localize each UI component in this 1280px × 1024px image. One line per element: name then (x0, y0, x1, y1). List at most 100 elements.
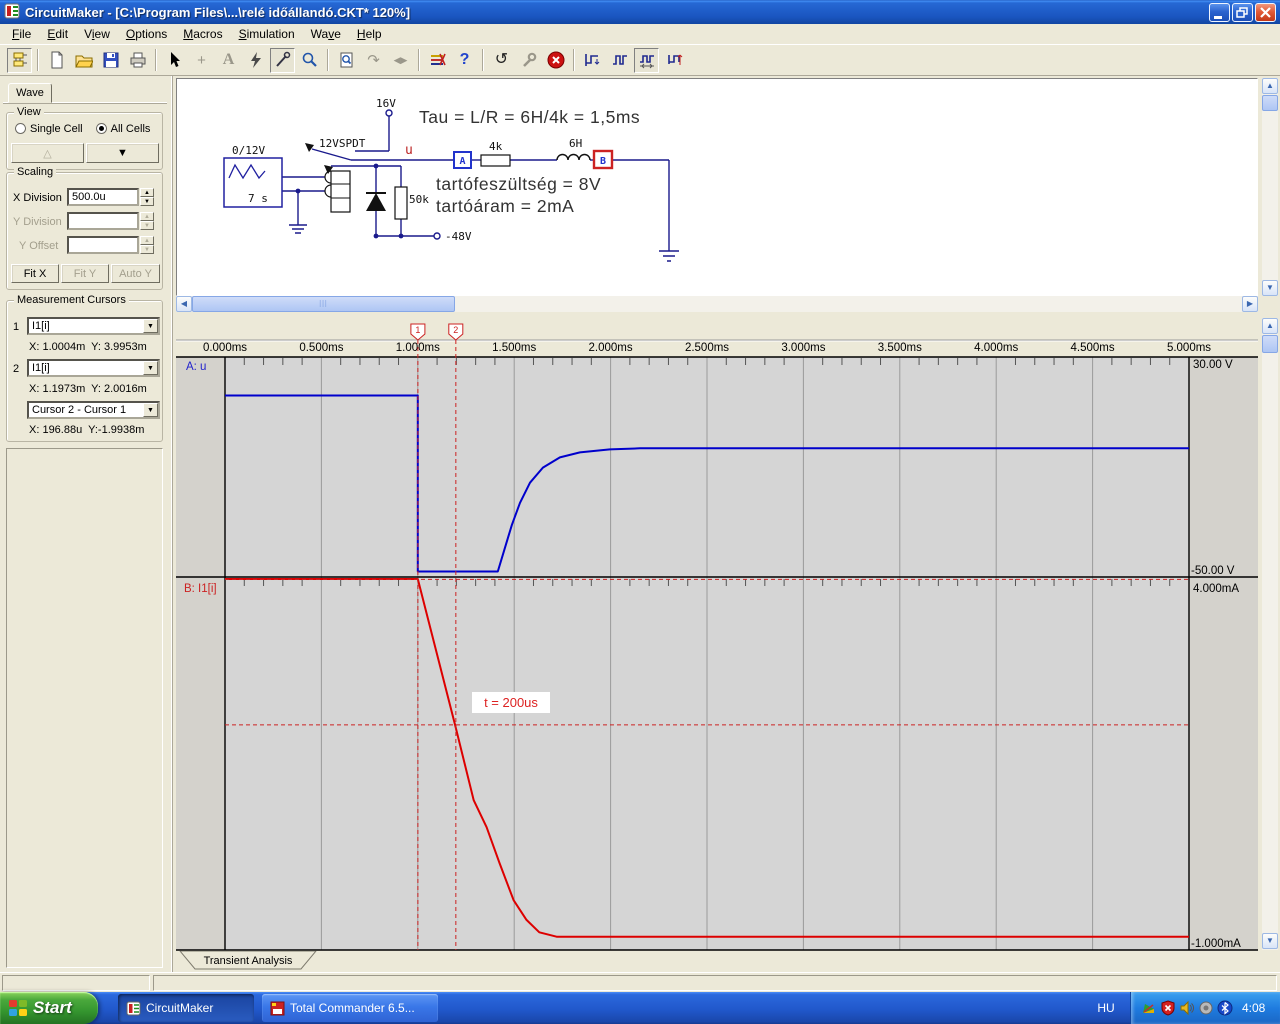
supply-16v-label: 16V (376, 97, 396, 110)
waveform-measure-button[interactable] (661, 48, 686, 73)
dropdown-arrow-icon[interactable]: ▼ (143, 361, 158, 375)
cursor-1-signal-select[interactable]: I1[i] ▼ (27, 317, 160, 335)
resistor-50k[interactable]: 50k (394, 186, 429, 220)
circuitmaker-task-icon (126, 1001, 141, 1015)
diode[interactable] (366, 192, 386, 211)
time-annotation: t = 200us (472, 692, 550, 713)
x-division-spinner[interactable]: ▲ ▼ (140, 188, 154, 206)
relay[interactable]: 12VSPDT (305, 137, 366, 213)
delete-tool-button[interactable] (243, 48, 268, 73)
x-division-input[interactable] (67, 188, 139, 206)
wave-vscrollbar[interactable]: ▲ ▼ (1262, 318, 1278, 950)
scroll-down-icon[interactable]: ▼ (1262, 280, 1278, 296)
task-label: Total Commander 6.5... (290, 1001, 415, 1015)
menu-macros[interactable]: Macros (175, 24, 230, 44)
y-offset-label: Y Offset (19, 240, 59, 252)
bluetooth-icon[interactable] (1217, 1000, 1233, 1016)
print-button[interactable] (125, 48, 150, 73)
titlebar[interactable]: CircuitMaker - [C:\Program Files\...\rel… (0, 0, 1280, 24)
x-axis-tick-label: 3.500ms (878, 342, 922, 354)
start-button[interactable]: Start (0, 992, 98, 1024)
cell-up-button[interactable]: △ (11, 143, 84, 163)
tray-app-icon[interactable] (1141, 1000, 1157, 1016)
cursor-arrow-icon (170, 52, 180, 67)
setup-button[interactable] (516, 48, 541, 73)
spin-down-icon[interactable]: ▼ (140, 197, 154, 206)
step-waveform-icon (584, 54, 599, 66)
menu-options[interactable]: Options (118, 24, 175, 44)
switch-arm-arrow (305, 143, 314, 152)
fit-x-button[interactable]: Fit X (11, 264, 59, 283)
language-indicator[interactable]: HU (1088, 992, 1124, 1024)
dropdown-arrow-icon[interactable]: ▼ (143, 319, 158, 333)
cursor-2-signal-value: I1[i] (32, 362, 50, 374)
probe-tool-button[interactable] (270, 47, 295, 73)
scroll-left-icon[interactable]: ◀ (176, 296, 192, 312)
stop-simulation-button[interactable] (543, 48, 568, 73)
circuit-vscrollbar[interactable]: ▲ ▼ (1262, 78, 1278, 296)
menu-simulation[interactable]: Simulation (231, 24, 303, 44)
probe-b[interactable]: B (592, 149, 614, 170)
zoom-tool-button[interactable] (297, 48, 322, 73)
x-axis-tick-label: 4.000ms (974, 342, 1018, 354)
minimize-button[interactable] (1209, 2, 1230, 22)
mirror-button[interactable]: ◀▶ (388, 48, 413, 73)
all-cells-radio[interactable] (95, 123, 107, 134)
hscroll-thumb[interactable]: ||| (192, 296, 455, 312)
menu-file[interactable]: File (4, 24, 39, 44)
restore-button[interactable] (1232, 2, 1253, 22)
tab-wave[interactable]: Wave (8, 83, 52, 103)
tab-transient-analysis[interactable]: Transient Analysis (178, 950, 318, 970)
wire-tool-button[interactable]: + (189, 48, 214, 73)
reset-button[interactable]: ↺ (489, 48, 514, 73)
resistor-4k[interactable]: 4k (480, 140, 511, 167)
dropdown-arrow-icon[interactable]: ▼ (143, 403, 158, 417)
task-circuitmaker[interactable]: CircuitMaker (118, 994, 254, 1022)
zoom-page-button[interactable] (334, 48, 359, 73)
new-button[interactable] (44, 48, 69, 73)
waveform-panel[interactable]: 0.000ms 0.500ms 1.000ms 1.500ms 2.000ms 2.500… (176, 318, 1258, 955)
cursor-diff-select[interactable]: Cursor 2 - Cursor 1 ▼ (27, 401, 160, 419)
task-total-commander[interactable]: Total Commander 6.5... (262, 994, 438, 1022)
waveform-pulse-button[interactable] (607, 48, 632, 73)
inductor-6h[interactable]: 6H (556, 137, 591, 161)
waveform-cursor-button[interactable] (634, 47, 659, 73)
scroll-up-icon[interactable]: ▲ (1262, 78, 1278, 94)
menu-help[interactable]: Help (349, 24, 390, 44)
vscroll-thumb[interactable] (1262, 335, 1278, 353)
volume-icon[interactable] (1179, 1000, 1195, 1016)
single-cell-radio[interactable] (15, 123, 26, 134)
save-button[interactable] (98, 48, 123, 73)
cursor-2-signal-select[interactable]: I1[i] ▼ (27, 359, 160, 377)
cell-down-button[interactable]: ▼ (86, 143, 159, 163)
supply-neg48v[interactable]: -48V (433, 230, 472, 243)
supply-16v[interactable]: 16V (376, 97, 396, 117)
security-alert-icon[interactable] (1160, 1000, 1176, 1016)
probe-a[interactable]: A (453, 151, 472, 169)
scroll-up-icon[interactable]: ▲ (1262, 318, 1278, 334)
rotate-button[interactable]: ↷ (361, 48, 386, 73)
open-button[interactable] (71, 48, 96, 73)
menu-wave[interactable]: Wave (303, 24, 349, 44)
toolbar-separator (37, 49, 39, 71)
parts-bin-button[interactable] (7, 47, 32, 73)
signal-generator[interactable]: 7 s 0/12V (223, 144, 283, 208)
close-button[interactable] (1255, 2, 1276, 22)
scroll-down-icon[interactable]: ▼ (1262, 933, 1278, 949)
text-tool-button[interactable]: A (216, 48, 241, 73)
help-button[interactable]: ? (452, 48, 477, 73)
circuit-canvas[interactable]: 7 s 0/12V 12VSPDT 16V u A 4k 6H B 50k -4… (176, 78, 1258, 296)
scroll-right-icon[interactable]: ▶ (1242, 296, 1258, 312)
device-icon[interactable] (1198, 1000, 1214, 1016)
vscroll-thumb[interactable] (1262, 95, 1278, 111)
select-arrow-button[interactable] (162, 48, 187, 73)
menu-view[interactable]: View (76, 24, 118, 44)
digital-options-button[interactable] (425, 48, 450, 73)
cursors-group-title: Measurement Cursors (14, 294, 129, 306)
menu-edit[interactable]: Edit (39, 24, 76, 44)
probe-a-letter: A (459, 156, 465, 167)
task-label: CircuitMaker (146, 1001, 214, 1015)
circuit-hscrollbar[interactable]: ◀ ||| ▶ (176, 296, 1258, 312)
waveform-step-button[interactable] (580, 48, 605, 73)
spin-up-icon[interactable]: ▲ (140, 188, 154, 197)
